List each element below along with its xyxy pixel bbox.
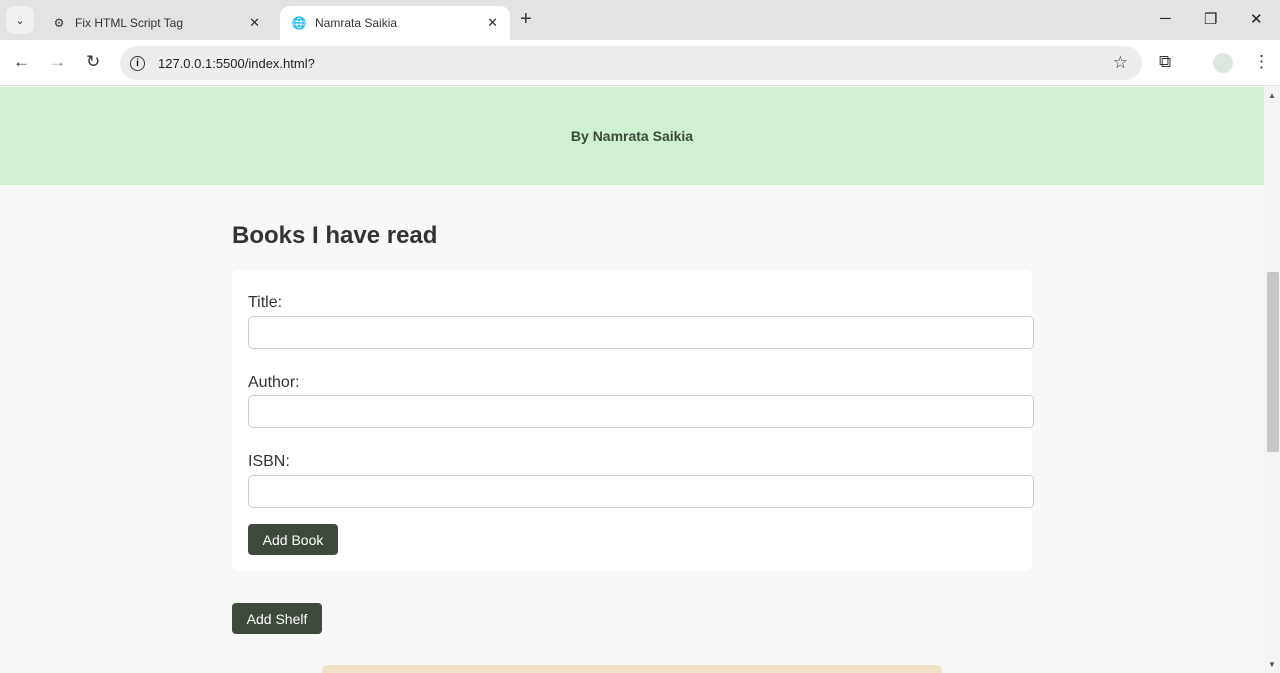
openai-icon: ⚙ — [53, 16, 65, 30]
add-book-button[interactable]: Add Book — [248, 524, 338, 555]
site-header: By Namrata Saikia — [0, 87, 1264, 185]
scrollbar[interactable]: ▲ ▼ — [1264, 87, 1280, 673]
byline: By Namrata Saikia — [570, 128, 694, 144]
tab-title: Namrata Saikia — [315, 16, 398, 30]
title-input[interactable] — [248, 316, 1034, 349]
page-title: Books I have read — [232, 222, 438, 249]
scroll-up-icon[interactable]: ▲ — [1268, 91, 1276, 100]
menu-icon[interactable]: ⋮ — [1253, 52, 1270, 72]
restore-button[interactable]: ❐ — [1204, 10, 1217, 28]
scroll-down-icon[interactable]: ▼ — [1268, 660, 1276, 669]
site-info-icon[interactable]: i — [130, 55, 145, 71]
extensions-icon[interactable]: ⧉ — [1159, 52, 1171, 72]
isbn-label: ISBN: — [248, 453, 290, 470]
author-input[interactable] — [248, 395, 1034, 428]
close-tab-icon[interactable]: ✕ — [487, 15, 498, 31]
minimize-button[interactable]: ─ — [1160, 10, 1171, 27]
scrollbar-thumb[interactable] — [1267, 272, 1279, 452]
profile-avatar[interactable] — [1213, 53, 1233, 73]
add-shelf-button[interactable]: Add Shelf — [232, 603, 322, 634]
isbn-input[interactable] — [248, 475, 1034, 508]
author-label: Author: — [248, 374, 300, 391]
close-window-button[interactable]: ✕ — [1250, 10, 1263, 28]
address-bar[interactable]: i 127.0.0.1:5500/index.html? ☆ — [120, 46, 1142, 80]
shelf-card — [322, 665, 942, 673]
title-label: Title: — [248, 294, 283, 311]
reload-button[interactable]: ↻ — [86, 52, 100, 72]
tab-search-button[interactable]: ⌄ — [6, 6, 34, 34]
close-tab-icon[interactable]: ✕ — [249, 15, 260, 31]
url-text[interactable]: 127.0.0.1:5500/index.html? — [158, 56, 315, 71]
tab-fix-html[interactable]: ⚙ Fix HTML Script Tag ✕ — [40, 6, 272, 40]
tab-bar: ⌄ ⚙ Fix HTML Script Tag ✕ 🌐 Namrata Saik… — [0, 0, 1280, 40]
forward-button[interactable]: → — [49, 52, 66, 72]
globe-icon: 🌐 — [291, 16, 307, 30]
page-content: By Namrata Saikia Books I have read Titl… — [0, 87, 1264, 673]
add-book-form: Title: Author: ISBN: Add Book — [232, 270, 1034, 571]
tab-namrata[interactable]: 🌐 Namrata Saikia ✕ — [280, 6, 510, 40]
new-tab-button[interactable]: + — [520, 8, 532, 31]
tab-title: Fix HTML Script Tag — [75, 16, 184, 30]
back-button[interactable]: ← — [13, 52, 30, 72]
bookmark-star-icon[interactable]: ☆ — [1113, 53, 1128, 73]
browser-toolbar: ← → ↻ i 127.0.0.1:5500/index.html? ☆ ⧉ ⋮ — [0, 40, 1280, 86]
